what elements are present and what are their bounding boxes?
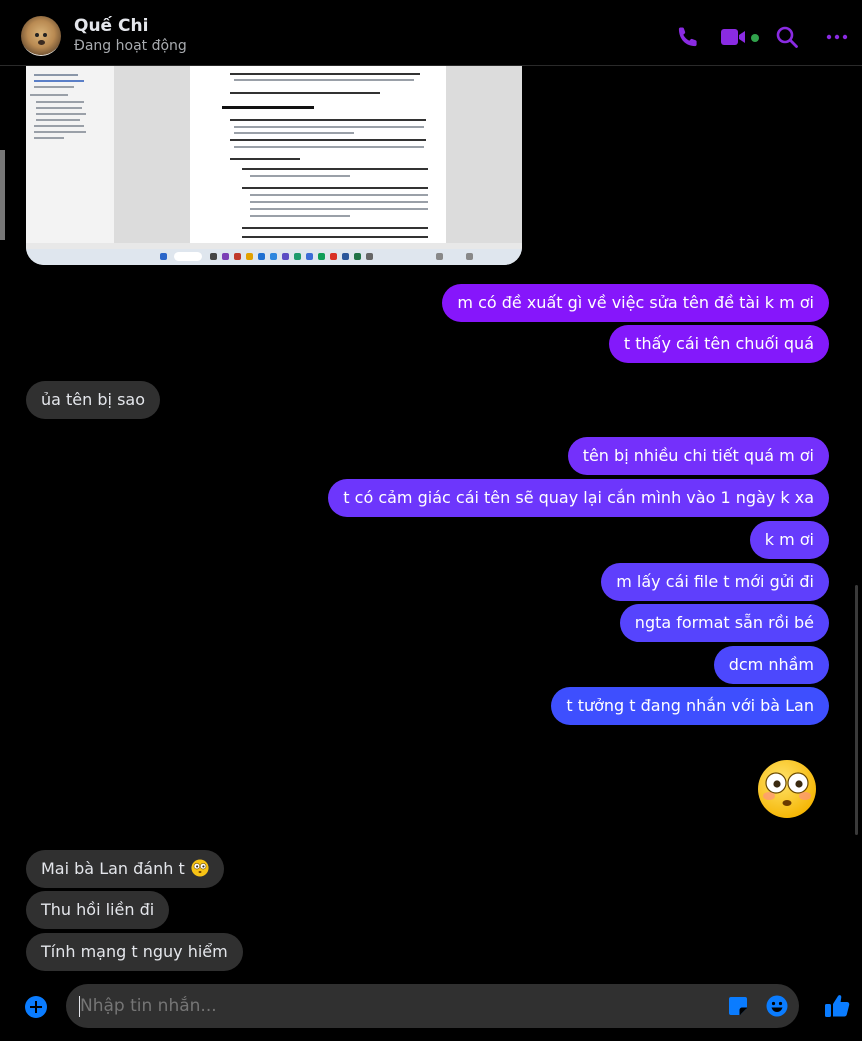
sticker-icon[interactable]: [728, 996, 748, 1016]
outgoing-message[interactable]: m có đề xuất gì về việc sửa tên đề tài k…: [442, 284, 829, 322]
shared-screenshot-image[interactable]: [26, 66, 522, 265]
thumbs-up-icon[interactable]: [824, 993, 850, 1019]
chat-header: Quế Chi Đang hoạt động: [0, 0, 862, 66]
text-caret: [79, 996, 80, 1017]
document-page: [190, 66, 446, 243]
message-text: ủa tên bị sao: [41, 390, 145, 409]
outgoing-message[interactable]: t thấy cái tên chuối quá: [608, 325, 829, 363]
outgoing-message[interactable]: ngta format sẵn rồi bé: [619, 604, 829, 642]
message-text: t tưởng t đang nhắn với bà Lan: [566, 696, 814, 715]
incoming-message[interactable]: Mai bà Lan đánh t: [26, 850, 224, 888]
outgoing-message[interactable]: k m ơi: [749, 521, 829, 559]
message-text: Mai bà Lan đánh t: [41, 859, 185, 878]
contact-name[interactable]: Quế Chi: [74, 16, 148, 36]
incoming-message[interactable]: Tính mạng t nguy hiểm: [26, 933, 243, 971]
phone-icon[interactable]: [676, 25, 700, 49]
doc-navigation-pane: [26, 66, 114, 243]
incoming-message[interactable]: Thu hồi liền đi: [26, 891, 170, 929]
message-input[interactable]: [80, 984, 640, 1028]
message-text: Tính mạng t nguy hiểm: [41, 942, 228, 961]
message-text: m lấy cái file t mới gửi đi: [616, 572, 814, 591]
incoming-message[interactable]: ủa tên bị sao: [26, 381, 160, 419]
previous-panel-edge: [0, 150, 5, 240]
outgoing-message[interactable]: dcm nhầm: [713, 646, 829, 684]
active-status: Đang hoạt động: [74, 38, 187, 54]
message-text: dcm nhầm: [728, 655, 814, 674]
message-text: t có cảm giác cái tên sẽ quay lại cắn mì…: [343, 488, 814, 507]
flushed-face-icon: [191, 859, 209, 877]
avatar[interactable]: [21, 16, 61, 56]
outgoing-message[interactable]: m lấy cái file t mới gửi đi: [601, 563, 829, 601]
outgoing-message[interactable]: t có cảm giác cái tên sẽ quay lại cắn mì…: [328, 479, 829, 517]
message-text: ngta format sẵn rồi bé: [634, 613, 814, 632]
message-text: tên bị nhiều chi tiết quá m ơi: [582, 446, 814, 465]
plus-icon[interactable]: [25, 996, 47, 1018]
emoji-icon[interactable]: [766, 995, 788, 1017]
more-icon[interactable]: [825, 25, 849, 49]
online-indicator: [751, 34, 759, 42]
flushed-face-emoji[interactable]: [757, 759, 817, 819]
message-text: t thấy cái tên chuối quá: [623, 334, 814, 353]
search-icon[interactable]: [775, 25, 799, 49]
video-icon[interactable]: [720, 25, 748, 49]
message-text: Thu hồi liền đi: [41, 900, 155, 919]
scrollbar[interactable]: [855, 585, 858, 835]
outgoing-message[interactable]: tên bị nhiều chi tiết quá m ơi: [567, 437, 829, 475]
message-text: m có đề xuất gì về việc sửa tên đề tài k…: [457, 293, 814, 312]
message-text: k m ơi: [764, 530, 814, 549]
outgoing-message[interactable]: t tưởng t đang nhắn với bà Lan: [551, 687, 829, 725]
